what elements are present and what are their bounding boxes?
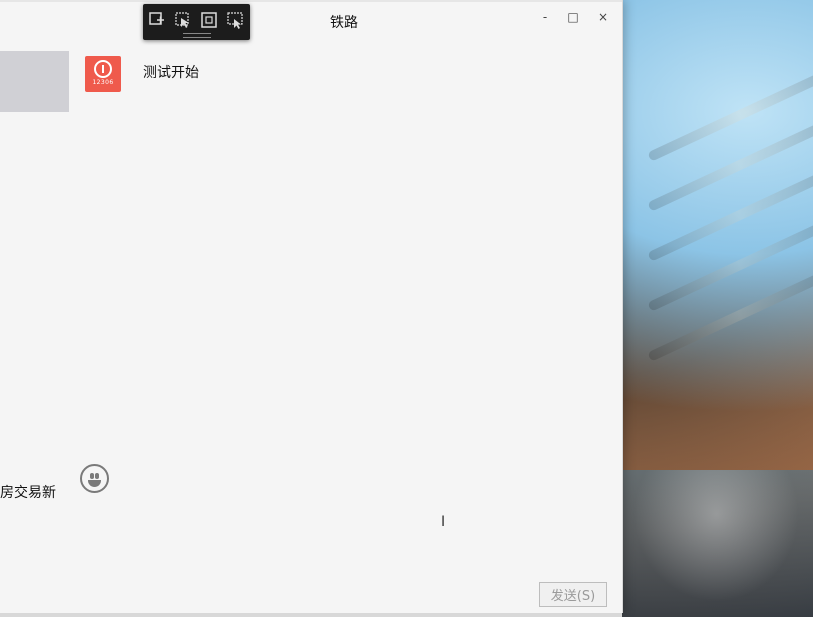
smiley-icon[interactable] [80, 464, 109, 493]
chat-name[interactable]: 测试开始 [143, 62, 199, 82]
close-button[interactable]: × [592, 8, 614, 26]
toolbar-drag-handle[interactable] [183, 33, 211, 38]
chat-window[interactable]: 铁路 - □ × 12306 测试开始 房交易新 I 发送(S) [0, 0, 623, 613]
close-icon: × [597, 10, 609, 24]
window-bottom-border [0, 613, 622, 617]
logo-stem [102, 65, 104, 73]
rock-stripe [647, 268, 813, 362]
avatar[interactable]: 12306 [85, 56, 121, 92]
emoji-eye [90, 473, 94, 479]
freeform-snip-button[interactable] [173, 10, 193, 30]
emoji-eye [95, 473, 99, 479]
rectangle-icon [201, 12, 217, 28]
left-panel [0, 51, 69, 112]
railway-logo-icon [94, 60, 112, 78]
send-button[interactable]: 发送(S) [539, 582, 607, 607]
window-snip-icon [227, 12, 243, 29]
text-cursor-icon: I [441, 514, 446, 530]
minimize-icon: - [542, 10, 548, 24]
message-input-text[interactable]: 房交易新 [0, 482, 56, 502]
sea-water [620, 470, 813, 617]
maximize-icon: □ [567, 10, 579, 24]
new-snip-icon [149, 12, 164, 25]
freeform-icon [175, 12, 189, 28]
window-title: 铁路 [330, 15, 358, 31]
minimize-button[interactable]: - [534, 8, 556, 26]
snip-toolbar[interactable] [143, 4, 250, 40]
new-snip-button[interactable] [147, 10, 167, 30]
rectangle-snip-button[interactable] [199, 10, 219, 30]
emoji-mouth [88, 480, 101, 487]
window-snip-button[interactable] [225, 10, 245, 30]
maximize-button[interactable]: □ [562, 8, 584, 26]
window-top-border [0, 0, 622, 2]
avatar-text: 12306 [92, 79, 114, 86]
